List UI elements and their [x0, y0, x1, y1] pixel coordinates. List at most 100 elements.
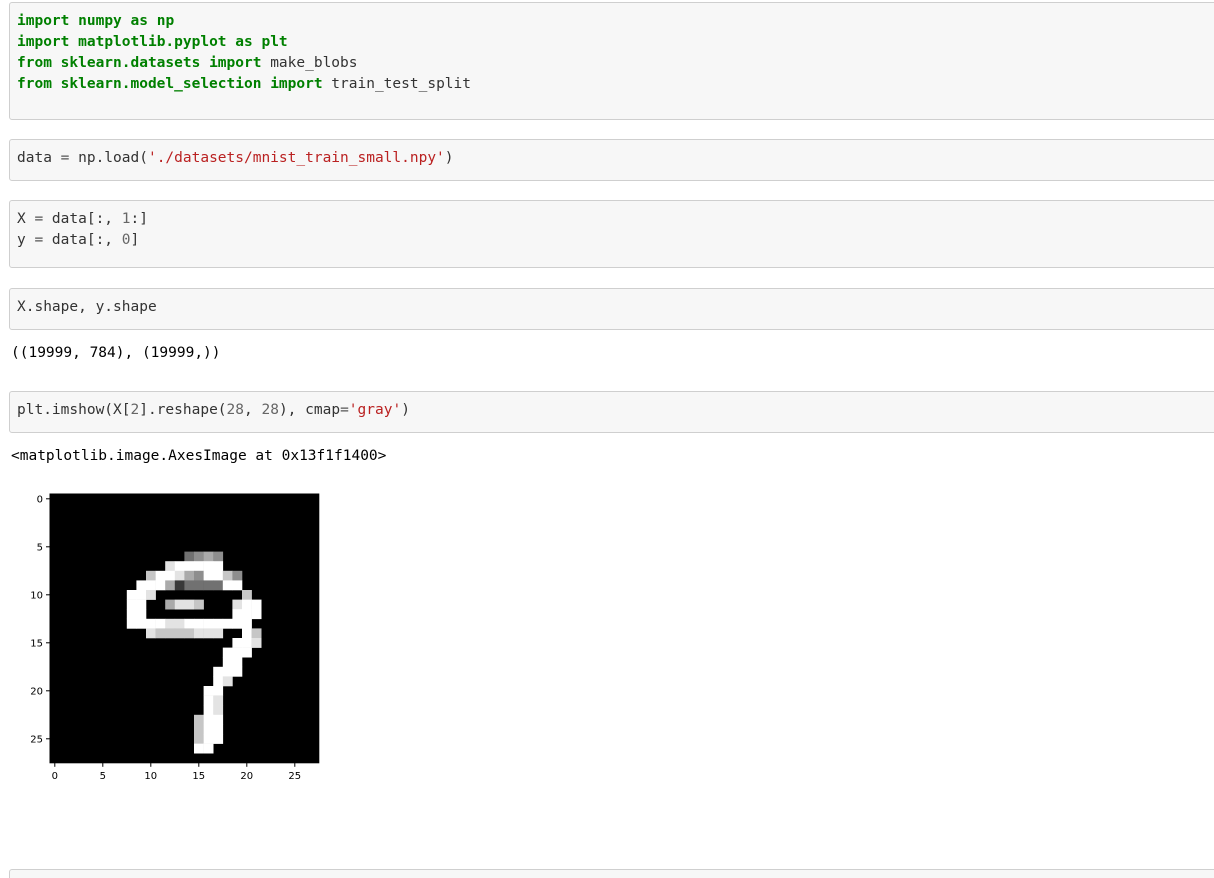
y-tick-label: 10: [30, 590, 43, 601]
pixel: [194, 570, 204, 581]
code-token: data: [17, 150, 61, 166]
pixel: [213, 676, 224, 687]
pixel: [194, 551, 204, 562]
code-token: import: [270, 76, 323, 92]
pixel: [165, 599, 176, 610]
cell-load-data[interactable]: data = np.load('./datasets/mnist_train_s…: [9, 139, 1214, 181]
pixel: [222, 676, 233, 687]
imshow-output: <matplotlib.image.AxesImage at 0x13f1f14…: [11, 448, 387, 464]
pixel: [242, 609, 252, 620]
code-line: plt.imshow(X[2].reshape(28, 28), cmap='g…: [17, 400, 1214, 421]
code-token: make_blobs: [261, 55, 358, 71]
code-token: './datasets/mnist_train_small.npy': [147, 150, 445, 166]
y-tick-label: 5: [37, 542, 43, 553]
pixel: [126, 618, 137, 629]
code-token: 28: [261, 402, 279, 418]
pixel: [232, 638, 243, 648]
code-token: ): [401, 402, 410, 418]
pixel: [232, 666, 243, 677]
code-token: ].reshape(: [139, 402, 227, 418]
pixel: [251, 628, 262, 639]
code-token: from: [17, 76, 52, 92]
pixel: [232, 618, 243, 629]
pixel: [242, 590, 252, 600]
code-token: import: [209, 55, 262, 71]
pixel: [213, 628, 224, 639]
pixel: [194, 714, 204, 725]
pixel: [213, 618, 224, 629]
pixel: [174, 618, 185, 629]
pixel: [174, 580, 185, 591]
code-line: X.shape, y.shape: [17, 297, 1214, 318]
code-token: :]: [130, 211, 148, 227]
y-tick-label: 20: [30, 686, 43, 697]
pixel: [203, 734, 214, 744]
pixel: [155, 628, 166, 639]
pixel: [203, 570, 214, 581]
cell-imshow[interactable]: plt.imshow(X[2].reshape(28, 28), cmap='g…: [9, 391, 1214, 433]
pixel: [222, 647, 233, 658]
pixel: [232, 570, 243, 581]
pixel: [232, 609, 243, 620]
pixel: [232, 599, 243, 610]
pixel: [174, 570, 185, 581]
pixel: [194, 561, 204, 572]
code-token: =: [34, 211, 44, 227]
pixel: [155, 618, 166, 629]
code-token: ): [444, 150, 454, 166]
pixel: [213, 570, 224, 581]
pixel: [174, 628, 185, 639]
cell-shapes[interactable]: X.shape, y.shape: [9, 288, 1214, 330]
pixel: [184, 618, 195, 629]
pixel: [213, 551, 224, 562]
code-token: 1: [121, 211, 131, 227]
pixel: [213, 561, 224, 572]
code-token: 'gray': [348, 402, 402, 418]
pixel: [213, 714, 224, 725]
cell-empty[interactable]: [9, 869, 1214, 878]
pixel: [126, 599, 137, 610]
pixel: [136, 599, 147, 610]
pixel: [194, 580, 204, 591]
pixel: [194, 618, 204, 629]
code-token: plt: [261, 34, 288, 50]
code-token: ), cmap: [278, 402, 341, 418]
pixel: [203, 714, 214, 725]
pixel: [194, 743, 204, 754]
pixel: [165, 628, 176, 639]
code-token: plt.imshow(X[: [17, 402, 131, 418]
code-token: =: [34, 232, 44, 248]
pixel: [146, 580, 156, 591]
pixel: [184, 580, 195, 591]
pixel: [203, 705, 214, 716]
code-token: y: [17, 232, 35, 248]
pixel: [232, 580, 243, 591]
code-line: y = data[:, 0]: [17, 230, 1214, 251]
pixel: [126, 590, 137, 600]
pixel: [203, 580, 214, 591]
pixel: [222, 657, 233, 668]
code-token: sklearn.model_selection: [60, 76, 262, 92]
cell-split-xy[interactable]: X = data[:, 1:] y = data[:, 0]: [9, 200, 1214, 268]
code-token: data[:,: [43, 232, 122, 248]
pixel: [251, 599, 262, 610]
pixel: [203, 743, 214, 754]
cell-imports[interactable]: import numpy as np import matplotlib.pypl…: [9, 2, 1214, 120]
code-token: ,: [244, 402, 262, 418]
pixel: [174, 561, 185, 572]
code-token: =: [340, 402, 349, 418]
pixel: [232, 657, 243, 668]
pixel: [203, 686, 214, 696]
code-token: as: [130, 13, 148, 29]
pixel: [136, 609, 147, 620]
code-token: 28: [226, 402, 245, 418]
x-tick-label: 20: [240, 771, 253, 782]
pixel: [165, 580, 176, 591]
code-token: as: [235, 34, 253, 50]
